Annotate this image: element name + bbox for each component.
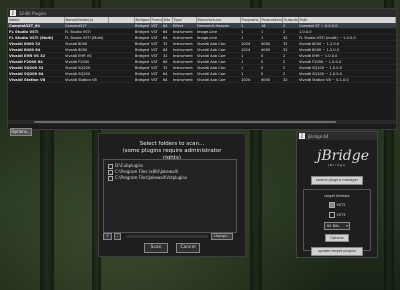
- plugins-table: NameName/Folder(s)BridgedFormatBitsTypeM…: [8, 17, 396, 83]
- change-folder-button[interactable]: change...: [210, 232, 233, 240]
- checkbox-icon[interactable]: [328, 202, 335, 208]
- app-icon: J: [10, 10, 16, 16]
- app-icon: J: [299, 133, 305, 139]
- format-vst2[interactable]: VST2: [304, 202, 370, 208]
- source-plugins-manager-button[interactable]: source plugins manager: [311, 176, 363, 185]
- window-title: 32-Bit Plugins: [19, 10, 47, 16]
- format-vst3[interactable]: VST3: [304, 212, 370, 218]
- table-cell: 4000: [260, 76, 282, 83]
- folder-dialog: Select folders to scan... (some plugins …: [98, 133, 246, 257]
- table-cell: Vivaldi Station V8: [64, 76, 108, 83]
- target-formats-label: target formats: [324, 194, 350, 198]
- manager-window: J jBridge 64 jBridge jBridge source plug…: [296, 131, 378, 258]
- folder-path: C:\Program Files\Jakewall\Vstplugins: [115, 175, 188, 180]
- table-cell: VST: [150, 76, 162, 83]
- chevron-down-icon: ▾: [346, 224, 348, 228]
- checkbox-icon[interactable]: [328, 212, 335, 218]
- manager-options-button[interactable]: Options: [325, 234, 349, 242]
- table-cell: Bridged: [134, 76, 150, 83]
- table-cell: 1024: [240, 76, 260, 83]
- jbridge-logo: jBridge jBridge: [317, 148, 370, 171]
- options-button[interactable]: Options...: [10, 128, 32, 136]
- folder-list[interactable]: D:\Cubplugins C:\Program Files (x86)\Jake…: [103, 159, 237, 233]
- remove-folder-button[interactable]: -: [113, 232, 122, 240]
- plugins-window: J 32-Bit Plugins Name Name/Folder(s) Bridg…: [7, 8, 397, 136]
- table-cell: [108, 76, 134, 83]
- add-folder-button[interactable]: +: [103, 232, 112, 240]
- horizontal-scrollbar[interactable]: [8, 120, 396, 124]
- folder-list-item[interactable]: C:\Program Files\Jakewall\Vstplugins: [104, 175, 236, 181]
- table-cell: Vivaldi Station V8 ~ 0.1.0.0: [298, 76, 396, 83]
- bits-select[interactable]: 64 Bits ▾: [324, 222, 350, 230]
- logo-text: jBridge: [317, 148, 370, 164]
- checkbox-icon[interactable]: [108, 169, 113, 175]
- scrollbar-thumb[interactable]: [34, 121, 336, 123]
- target-formats-group: target formats VST2 VST3 64 Bits ▾ Option…: [303, 189, 371, 256]
- table-cell: Vivaldi Station V8: [8, 76, 64, 83]
- list-scrollbar[interactable]: [126, 234, 208, 238]
- table-row[interactable]: Vivaldi Station V8 Vivaldi Station V8 Brid…: [8, 76, 396, 83]
- plugins-titlebar[interactable]: J 32-Bit Plugins: [8, 9, 396, 17]
- table-cell: 64: [162, 76, 172, 83]
- table-cell: 32: [282, 76, 298, 83]
- cancel-button[interactable]: Cancel: [176, 243, 200, 253]
- checkbox-icon[interactable]: [108, 163, 113, 169]
- scan-button[interactable]: Scan: [144, 243, 168, 253]
- table-cell: Vivaldi Aab Corr: [196, 76, 240, 83]
- manager-title: jBridge 64: [308, 133, 329, 139]
- checkbox-icon[interactable]: [108, 175, 113, 181]
- update-target-plugins-button[interactable]: update target plugins: [311, 247, 363, 256]
- table-cell: Instrument: [172, 76, 196, 83]
- manager-titlebar[interactable]: J jBridge 64: [297, 132, 377, 140]
